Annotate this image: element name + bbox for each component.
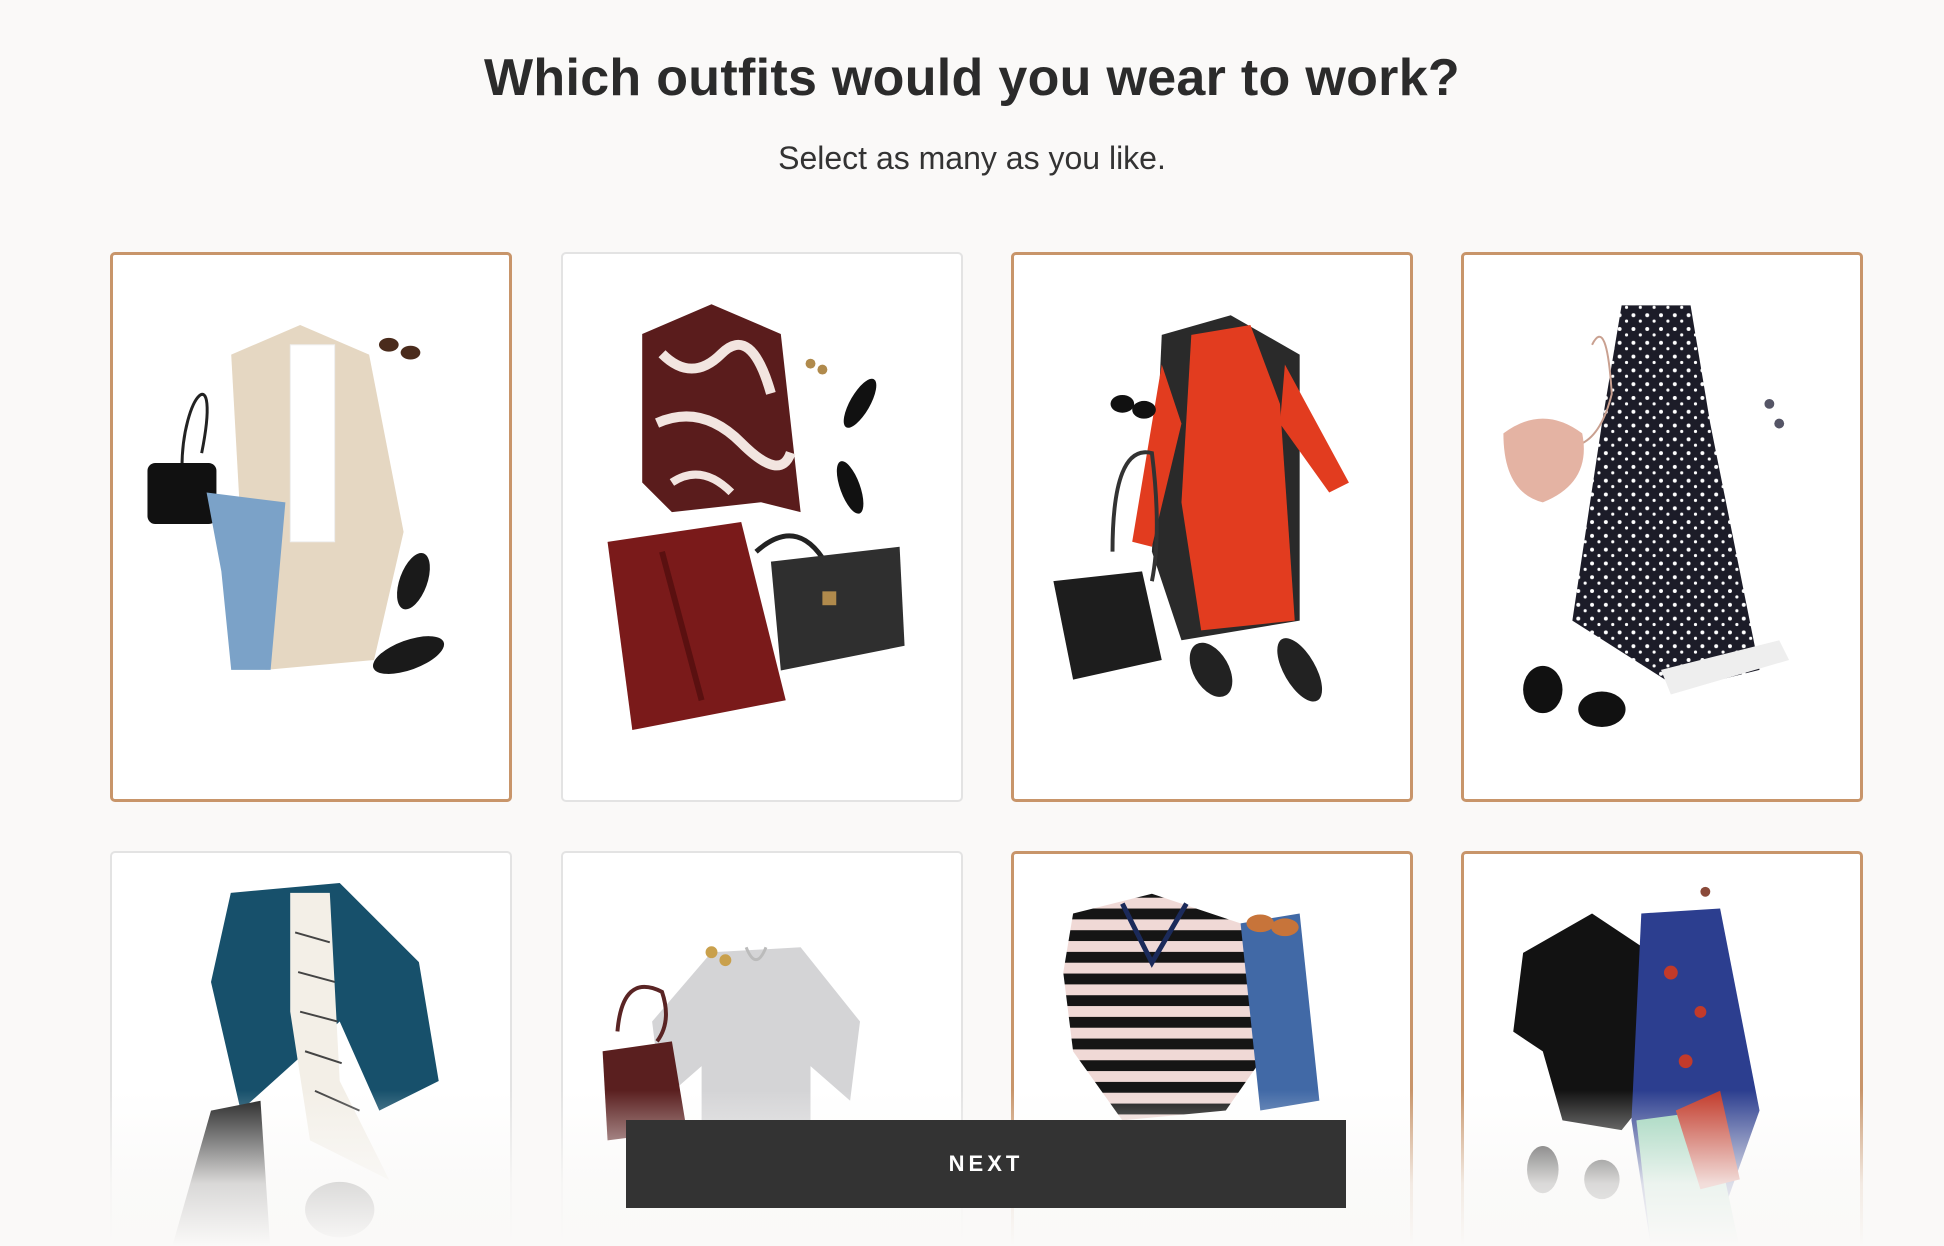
outfit-image bbox=[1503, 305, 1790, 727]
outfit-card-camel-coat[interactable] bbox=[110, 252, 512, 802]
outfit-card-floral-blouse[interactable] bbox=[561, 252, 963, 802]
outfit-image bbox=[172, 882, 439, 1246]
outfit-image bbox=[1513, 886, 1760, 1246]
outfit-quiz-page: Which outfits would you wear to work? Se… bbox=[0, 0, 1944, 1246]
outfit-card-leather-jacket[interactable] bbox=[1461, 851, 1863, 1246]
outfit-card-teal-blazer[interactable] bbox=[110, 851, 512, 1246]
outfit-card-polka-dress[interactable] bbox=[1461, 252, 1863, 802]
next-button[interactable]: NEXT bbox=[626, 1120, 1346, 1208]
page-title: Which outfits would you wear to work? bbox=[484, 49, 1460, 107]
outfit-image bbox=[1053, 315, 1349, 702]
page-subtitle: Select as many as you like. bbox=[778, 140, 1166, 176]
outfit-card-red-dress[interactable] bbox=[1011, 252, 1413, 802]
outfit-image bbox=[607, 304, 905, 730]
outfit-image bbox=[147, 325, 445, 674]
